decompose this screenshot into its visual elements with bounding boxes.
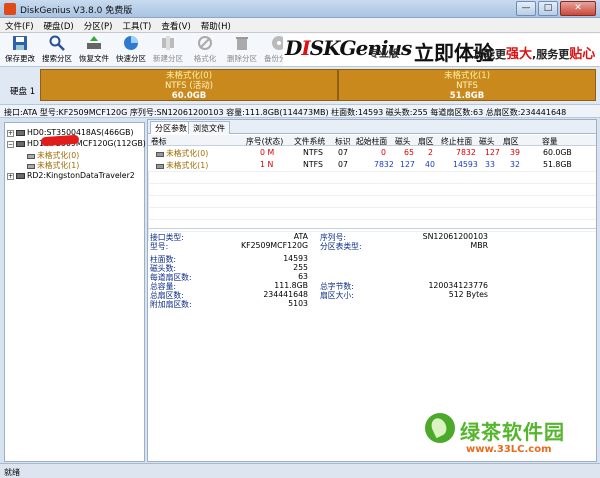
- status-bar: 就绪: [0, 463, 600, 478]
- save-changes-button[interactable]: 保存更改: [3, 35, 37, 65]
- col-start-sector[interactable]: 扇区: [418, 136, 434, 147]
- partition-icon: [156, 151, 164, 157]
- col-start-head[interactable]: 磁头: [395, 136, 411, 147]
- collapse-icon[interactable]: −: [7, 140, 14, 148]
- new-partition-icon: [162, 36, 174, 50]
- disk-tree: + HD0:ST3500418AS(466GB) − HD1:KF2509MCF12…: [4, 122, 146, 462]
- col-capacity[interactable]: 容量: [542, 136, 558, 147]
- col-index[interactable]: 序号(状态): [246, 136, 283, 147]
- usb-disk-icon: [16, 173, 25, 179]
- menu-bar: 文件(F) 硬盘(D) 分区(P) 工具(T) 查看(V) 帮助(H): [0, 18, 600, 33]
- watermark-url: www.33LC.com: [466, 444, 552, 455]
- expand-icon[interactable]: +: [7, 129, 14, 137]
- menu-tools[interactable]: 工具(T): [117, 18, 156, 32]
- diskmap-partition-1[interactable]: 未格式化(1) NTFS 51.8GB: [338, 69, 596, 101]
- quick-partition-icon: [124, 36, 138, 50]
- diskmap-partition-0[interactable]: 未格式化(0) NTFS (活动) 60.0GB: [40, 69, 338, 101]
- new-partition-button[interactable]: 新建分区: [151, 35, 185, 65]
- table-row[interactable]: 未格式化(0) 0 M NTFS 07 0 65 2 7832 127 39 6…: [148, 147, 596, 159]
- ad-banner[interactable]: DISKGenius 专业版 立即体验 功能更强大,服务更贴心: [283, 34, 600, 66]
- partition-icon: [27, 153, 35, 159]
- delete-partition-button[interactable]: 删除分区: [225, 35, 259, 65]
- maximize-button[interactable]: □: [538, 1, 558, 16]
- format-icon: [198, 36, 212, 50]
- tab-bar: 分区参数 浏览文件: [148, 120, 596, 134]
- menu-help[interactable]: 帮助(H): [196, 18, 236, 32]
- expand-icon[interactable]: +: [7, 172, 14, 180]
- partition-panel: 分区参数 浏览文件 卷标 序号(状态) 文件系统 标识 起始柱面 磁头 扇区 终…: [147, 119, 597, 462]
- table-header: 卷标 序号(状态) 文件系统 标识 起始柱面 磁头 扇区 终止柱面 磁头 扇区 …: [148, 135, 596, 146]
- tab-partition-params[interactable]: 分区参数: [150, 121, 192, 134]
- col-filesystem[interactable]: 文件系统: [294, 136, 325, 147]
- partition-icon: [27, 163, 35, 169]
- menu-file[interactable]: 文件(F): [0, 18, 39, 32]
- minimize-button[interactable]: —: [516, 1, 536, 16]
- harddisk-icon: [16, 141, 25, 147]
- banner-slogan: 功能更强大,服务更贴心: [473, 47, 596, 62]
- col-end-sector[interactable]: 扇区: [503, 136, 519, 147]
- menu-view[interactable]: 查看(V): [156, 18, 195, 32]
- disk-map: 硬盘 1 未格式化(0) NTFS (活动) 60.0GB 未格式化(1) NT…: [0, 67, 600, 104]
- recover-icon: [87, 36, 101, 49]
- format-button[interactable]: 格式化: [188, 35, 222, 65]
- col-start-cyl[interactable]: 起始柱面: [356, 136, 387, 147]
- col-end-head[interactable]: 磁头: [479, 136, 495, 147]
- watermark-text: 绿茶软件园: [460, 420, 565, 444]
- menu-disk[interactable]: 硬盘(D): [39, 18, 79, 32]
- recover-files-button[interactable]: 恢复文件: [77, 35, 111, 65]
- col-end-cyl[interactable]: 终止柱面: [441, 136, 472, 147]
- app-icon: [4, 3, 16, 15]
- search-icon: [49, 35, 65, 51]
- col-volume[interactable]: 卷标: [151, 136, 167, 147]
- close-button[interactable]: ✕: [560, 1, 596, 16]
- edition-label: 专业版: [369, 49, 399, 60]
- tree-item-partition-1[interactable]: 未格式化(1): [27, 160, 79, 170]
- title-bar: DiskGenius V3.8.0 免费版 — □ ✕: [0, 0, 600, 18]
- quick-partition-button[interactable]: 快速分区: [114, 35, 148, 65]
- disk-info-bar: 接口:ATA 型号:KF2509MCF120G 序列号:SN1206120010…: [0, 104, 600, 118]
- harddisk-icon: [16, 130, 25, 136]
- table-row[interactable]: 未格式化(1) 1 N NTFS 07 7832 127 40 14593 33…: [148, 159, 596, 171]
- tree-item-rd2[interactable]: + RD2:KingstonDataTraveler2: [7, 171, 135, 181]
- tab-browse-files[interactable]: 浏览文件: [188, 121, 230, 134]
- delete-icon: [236, 37, 248, 50]
- menu-partition[interactable]: 分区(P): [79, 18, 118, 32]
- window-title: DiskGenius V3.8.0 免费版: [20, 6, 133, 16]
- partition-icon: [156, 163, 164, 169]
- save-icon: [13, 36, 27, 50]
- tree-item-partition-0[interactable]: 未格式化(0): [27, 150, 79, 160]
- disk-label: 硬盘 1: [10, 87, 36, 97]
- search-partition-button[interactable]: 搜索分区: [40, 35, 74, 65]
- col-id[interactable]: 标识: [335, 136, 351, 147]
